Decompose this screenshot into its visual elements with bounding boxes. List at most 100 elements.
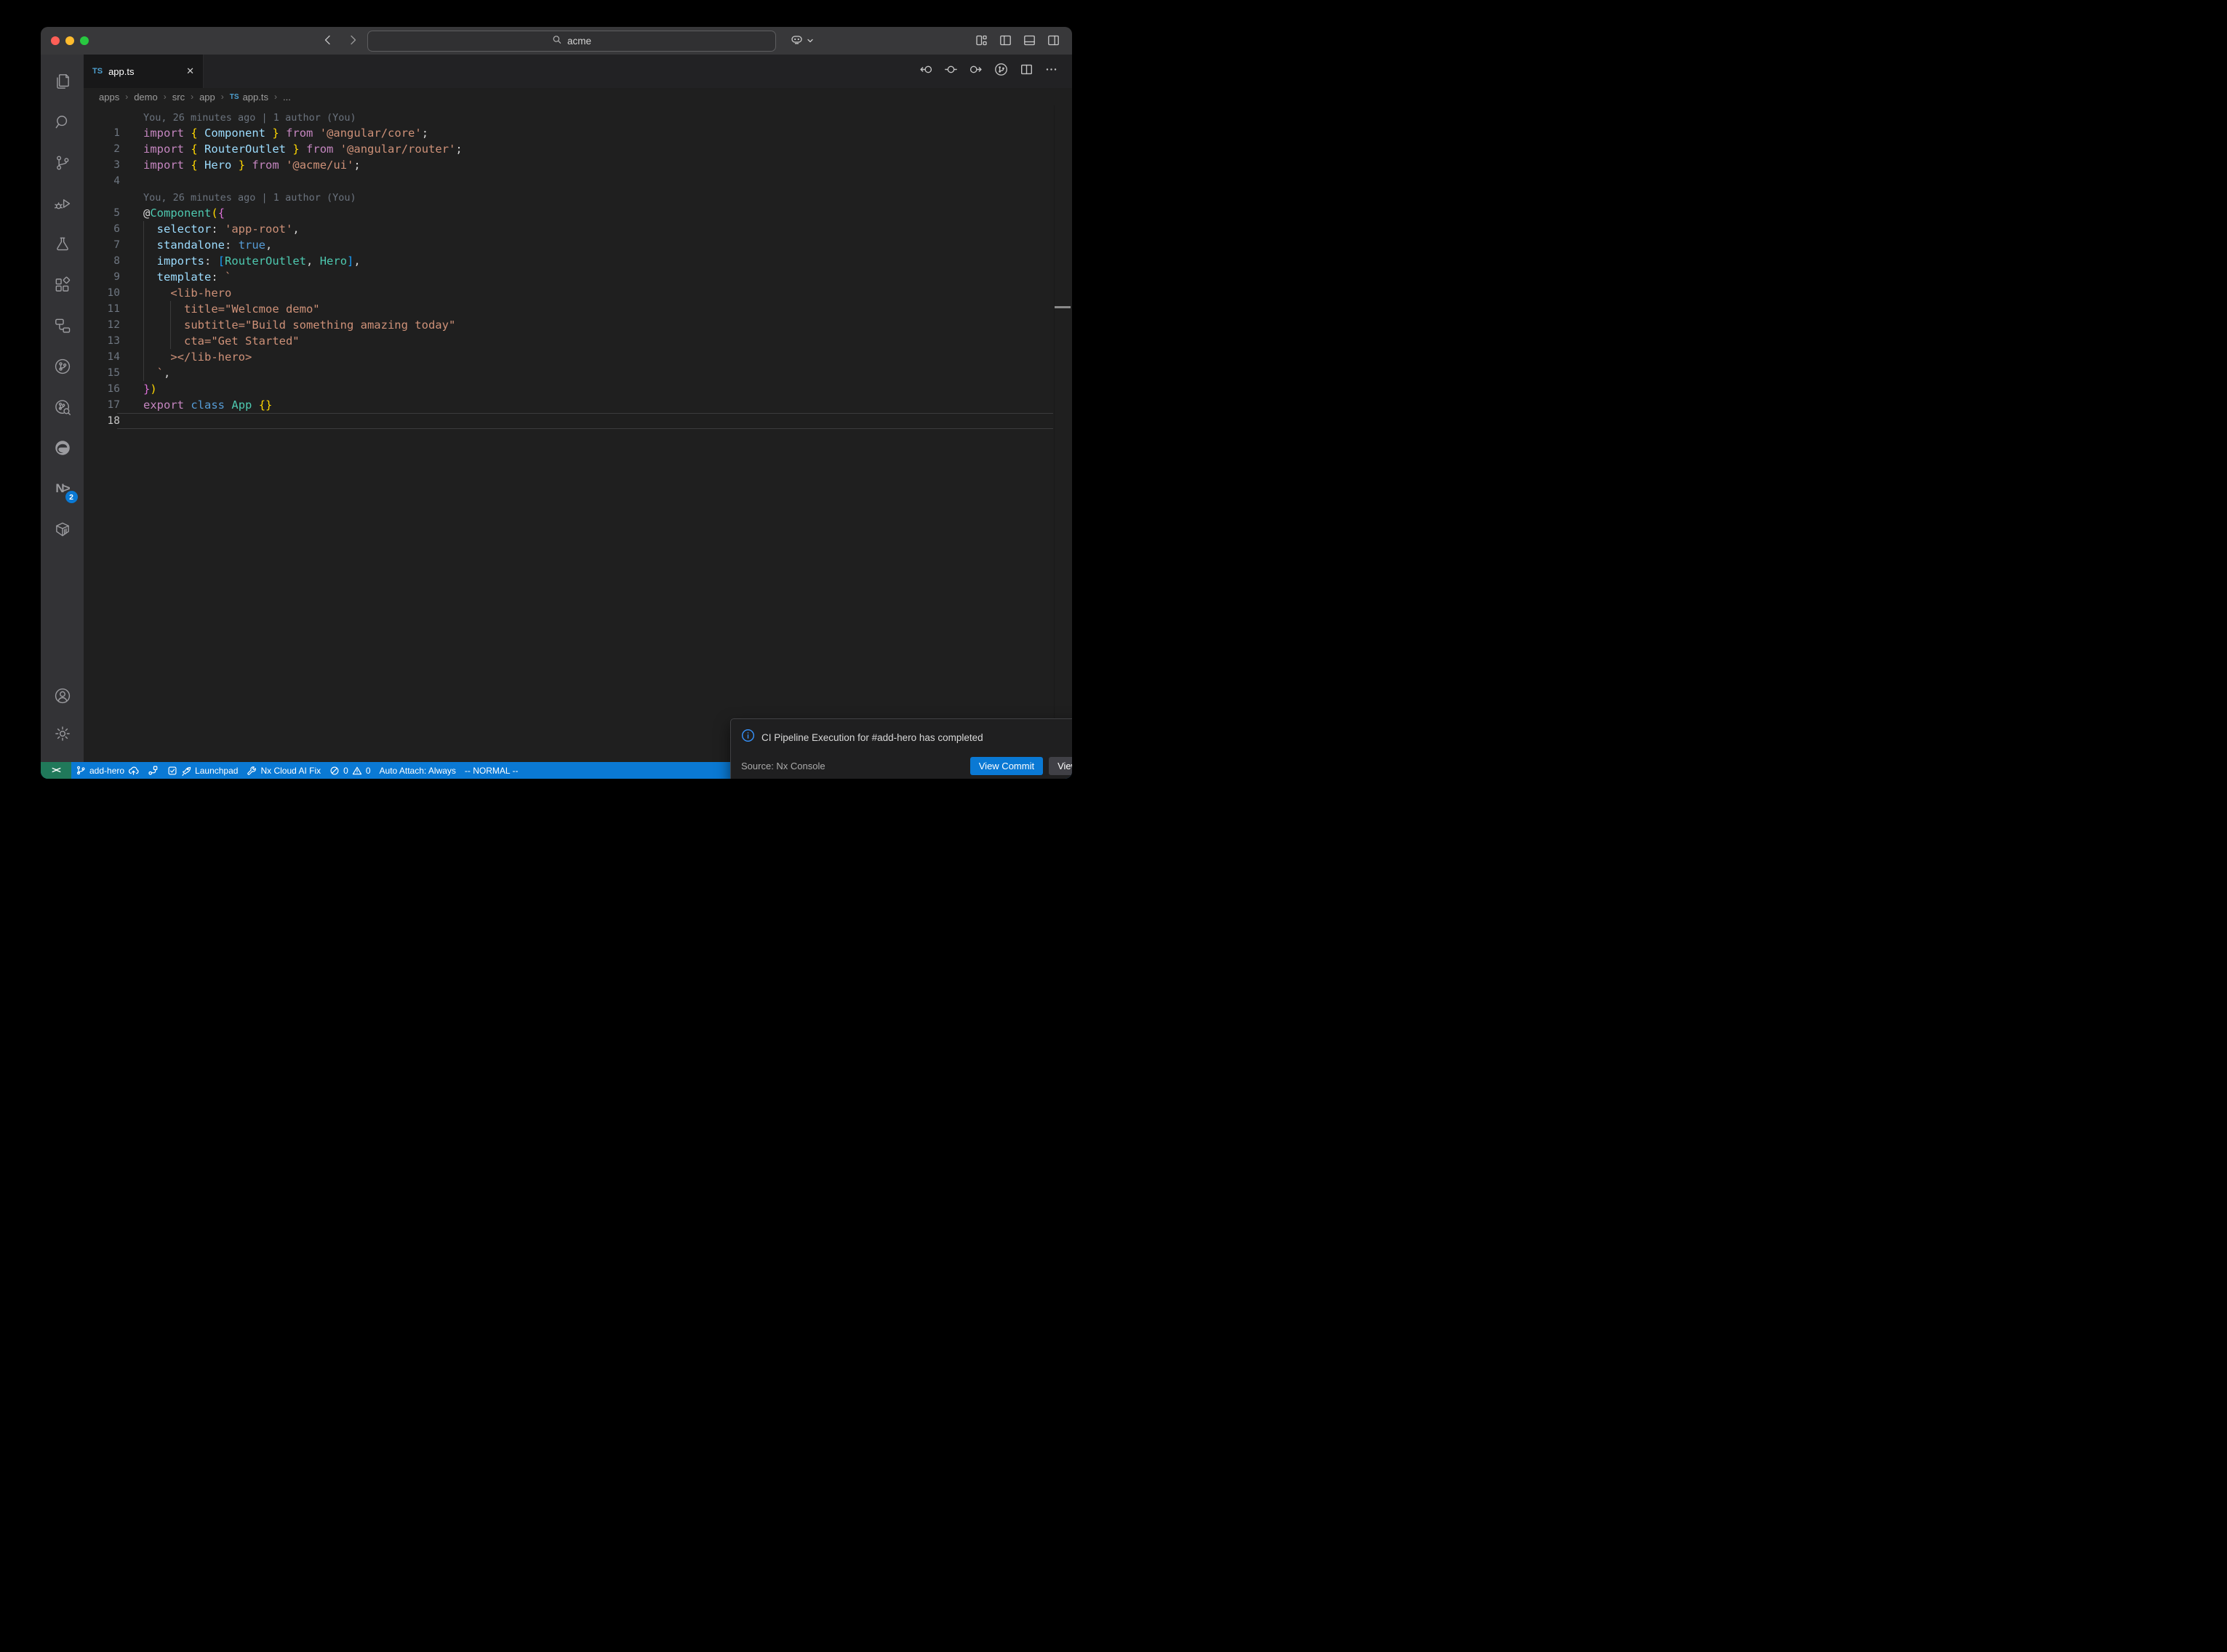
code-row[interactable]: 14 ></lib-hero>	[84, 349, 1072, 365]
branch-name: add-hero	[89, 766, 124, 776]
vim-mode-item[interactable]: -- NORMAL --	[460, 766, 523, 776]
line-number: 6	[84, 221, 120, 237]
minimize-window-button[interactable]	[65, 36, 74, 45]
auto-attach-item[interactable]: Auto Attach: Always	[375, 766, 460, 776]
split-editor-icon[interactable]	[1020, 63, 1033, 79]
account-icon[interactable]	[53, 686, 72, 705]
breadcrumb-item-src[interactable]: src	[172, 92, 185, 103]
copilot-icon[interactable]	[790, 33, 804, 50]
code-row[interactable]: 1import { Component } from '@angular/cor…	[84, 125, 1072, 141]
toggle-secondary-sidebar-icon[interactable]	[1047, 34, 1060, 50]
containers-icon[interactable]	[53, 520, 72, 539]
search-view-icon[interactable]	[53, 113, 72, 132]
git-branch-item[interactable]: add-hero	[71, 765, 143, 776]
gitlens-icon[interactable]	[53, 357, 72, 376]
source-control-graph-icon[interactable]	[994, 63, 1008, 80]
back-icon[interactable]	[321, 33, 335, 47]
commit-graph-item[interactable]	[143, 765, 163, 776]
breadcrumb-separator: ›	[221, 92, 224, 102]
nx-cloud-ai-fix-item[interactable]: Nx Cloud AI Fix	[242, 766, 325, 776]
breadcrumb-item-apps[interactable]: apps	[99, 92, 119, 103]
line-number: 12	[84, 317, 120, 333]
nx-console-icon[interactable]: N> 2	[53, 479, 72, 498]
code-row[interactable]: 3import { Hero } from '@acme/ui';	[84, 157, 1072, 173]
toggle-primary-sidebar-icon[interactable]	[999, 34, 1012, 50]
gitlens-search-icon[interactable]	[53, 398, 72, 417]
view-commit-button[interactable]: View Commit	[970, 757, 1043, 775]
line-number: 4	[84, 173, 120, 189]
view-results-button[interactable]: View Results	[1049, 757, 1072, 775]
settings-gear-icon[interactable]	[53, 724, 72, 743]
code-row[interactable]: 18	[84, 413, 1072, 429]
code-row[interactable]: 2import { RouterOutlet } from '@angular/…	[84, 141, 1072, 157]
tab-bar: TS app.ts ✕	[84, 55, 1072, 88]
breadcrumb-separator: ›	[191, 92, 193, 102]
code-row[interactable]: 9 template: `	[84, 269, 1072, 285]
code-row[interactable]: 5@Component({	[84, 205, 1072, 221]
code-row[interactable]: 11 title="Welcmoe demo"	[84, 301, 1072, 317]
breadcrumb-item-[interactable]: ...	[283, 92, 291, 103]
code-row[interactable]: 13 cta="Get Started"	[84, 333, 1072, 349]
customize-layout-icon[interactable]	[975, 34, 988, 50]
breadcrumb: apps›demo›src›app›TSapp.ts›...	[84, 88, 1072, 105]
breadcrumb-item-appts[interactable]: TSapp.ts	[230, 92, 268, 103]
code-row[interactable]: 12 subtitle="Build something amazing tod…	[84, 317, 1072, 333]
edge-tools-icon[interactable]	[53, 438, 72, 457]
code-row[interactable]: 10 <lib-hero	[84, 285, 1072, 301]
activity-bar: N> 2	[41, 55, 84, 762]
indent-guide	[143, 221, 144, 381]
close-window-button[interactable]	[51, 36, 60, 45]
forward-icon[interactable]	[346, 33, 359, 47]
code-row[interactable]: 7 standalone: true,	[84, 237, 1072, 253]
previous-change-icon[interactable]	[920, 63, 932, 79]
remote-indicator[interactable]: ><	[41, 762, 71, 779]
line-number: 15	[84, 365, 120, 381]
next-change-icon[interactable]	[969, 63, 982, 79]
chevron-down-icon[interactable]	[807, 35, 814, 48]
explorer-icon[interactable]	[53, 72, 72, 91]
line-number: 16	[84, 381, 120, 397]
run-and-debug-icon[interactable]	[53, 194, 72, 213]
line-content: @Component({	[120, 205, 225, 221]
zoom-window-button[interactable]	[80, 36, 89, 45]
launchpad-label: Launchpad	[195, 766, 238, 776]
blame-annotation-row[interactable]: You, 26 minutes ago | 1 author (You)	[84, 189, 1072, 205]
line-number: 3	[84, 157, 120, 173]
line-number: 8	[84, 253, 120, 269]
code-row[interactable]: 17export class App {}	[84, 397, 1072, 413]
toggle-panel-icon[interactable]	[1023, 34, 1036, 50]
line-content: })	[120, 381, 157, 397]
code-lines: You, 26 minutes ago | 1 author (You)1imp…	[84, 109, 1072, 429]
tab-close-icon[interactable]: ✕	[186, 65, 194, 77]
blame-annotation-row[interactable]: You, 26 minutes ago | 1 author (You)	[84, 109, 1072, 125]
indent-guide	[170, 301, 171, 349]
code-row[interactable]: 16})	[84, 381, 1072, 397]
code-row[interactable]: 15 `,	[84, 365, 1072, 381]
line-number: 18	[84, 413, 120, 429]
launchpad-item[interactable]: Launchpad	[163, 766, 242, 776]
breadcrumb-separator: ›	[164, 92, 167, 102]
line-content: cta="Get Started"	[120, 333, 300, 349]
breadcrumb-item-demo[interactable]: demo	[134, 92, 158, 103]
extensions-icon[interactable]	[53, 276, 72, 294]
hierarchy-view-icon[interactable]	[53, 316, 72, 335]
breadcrumb-item-app[interactable]: app	[199, 92, 215, 103]
tab-app-ts[interactable]: TS app.ts ✕	[84, 55, 204, 88]
code-row[interactable]: 4	[84, 173, 1072, 189]
code-editor[interactable]: You, 26 minutes ago | 1 author (You)1imp…	[84, 105, 1072, 762]
changes-icon[interactable]	[945, 63, 957, 79]
source-control-icon[interactable]	[53, 153, 72, 172]
line-content: You, 26 minutes ago | 1 author (You)	[120, 189, 356, 205]
window-controls	[51, 36, 89, 45]
more-actions-icon[interactable]	[1045, 63, 1057, 79]
code-row[interactable]: 6 selector: 'app-root',	[84, 221, 1072, 237]
testing-icon[interactable]	[53, 235, 72, 254]
command-center-search[interactable]: acme	[367, 31, 776, 52]
line-number: 9	[84, 269, 120, 285]
line-content: selector: 'app-root',	[120, 221, 300, 237]
line-number: 14	[84, 349, 120, 365]
code-row[interactable]: 8 imports: [RouterOutlet, Hero],	[84, 253, 1072, 269]
problems-item[interactable]: 0 0	[325, 766, 375, 776]
search-value: acme	[567, 36, 591, 47]
notification-toast: CI Pipeline Execution for #add-hero has …	[730, 718, 1072, 779]
